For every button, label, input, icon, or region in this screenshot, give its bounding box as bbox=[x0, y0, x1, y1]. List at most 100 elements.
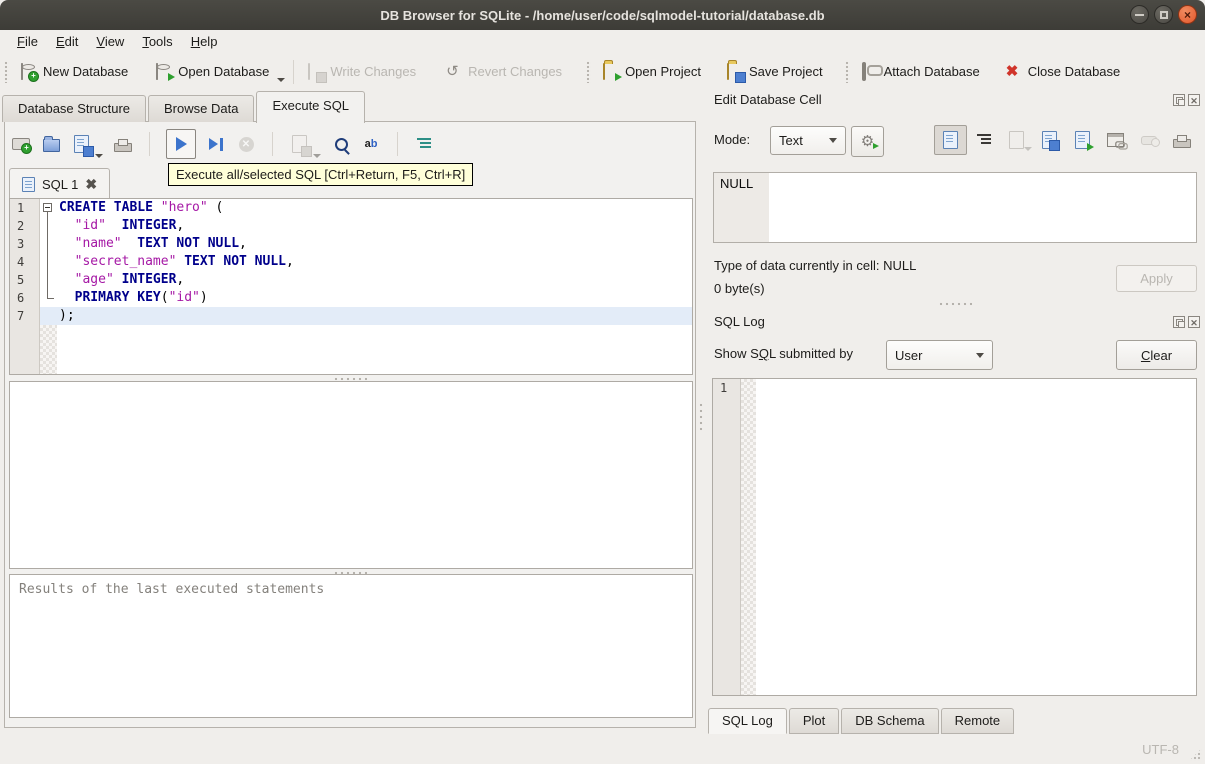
chevron-down-icon bbox=[829, 138, 837, 143]
execute-all-button[interactable] bbox=[166, 129, 196, 159]
sql-log-filter-value: User bbox=[895, 347, 923, 363]
maximize-icon bbox=[1159, 10, 1168, 19]
sql-document-tab[interactable]: SQL 1 ✖ bbox=[9, 168, 111, 199]
toolbar-drag-handle[interactable] bbox=[844, 60, 850, 83]
import-data-button[interactable] bbox=[1000, 125, 1033, 155]
sql-log-editor[interactable]: 1 bbox=[712, 378, 1197, 696]
menu-tools[interactable]: Tools bbox=[133, 32, 181, 51]
cell-value-editor[interactable]: NULL bbox=[713, 172, 1197, 243]
word-wrap-button[interactable] bbox=[967, 125, 1000, 155]
close-icon: × bbox=[1183, 7, 1191, 22]
results-grid-pane[interactable] bbox=[9, 381, 693, 569]
clear-log-button[interactable]: Clear bbox=[1116, 340, 1197, 370]
execute-current-line-button[interactable] bbox=[206, 134, 226, 154]
export-data-button[interactable] bbox=[1066, 125, 1099, 155]
save-sql-dropdown-caret[interactable] bbox=[95, 154, 103, 158]
dock-splitter[interactable] bbox=[712, 301, 1197, 306]
mode-value: Text bbox=[779, 133, 803, 148]
fold-margin bbox=[40, 253, 57, 271]
close-sql-tab-icon[interactable]: ✖ bbox=[85, 176, 97, 193]
write-changes-button[interactable]: Write Changes bbox=[300, 58, 424, 86]
code-line-7: 7); bbox=[10, 307, 692, 325]
close-dock-icon[interactable]: ✕ bbox=[1188, 315, 1200, 328]
menu-edit[interactable]: Edit bbox=[47, 32, 87, 51]
toolbar-separator bbox=[293, 59, 295, 84]
save-project-button[interactable]: Save Project bbox=[719, 58, 831, 86]
resize-grip[interactable] bbox=[1189, 748, 1202, 761]
toolbar-drag-handle[interactable] bbox=[586, 60, 592, 83]
open-project-icon bbox=[603, 62, 623, 81]
right-dock-area: Edit Database Cell ✕ Mode: Text ⚙ NULL T… bbox=[706, 90, 1205, 734]
sql-document-icon bbox=[22, 176, 35, 192]
tab-remote[interactable]: Remote bbox=[940, 708, 1015, 734]
fold-margin bbox=[40, 289, 57, 307]
gear-icon: ⚙ bbox=[861, 134, 880, 149]
revert-changes-button[interactable]: ↺ Revert Changes bbox=[438, 58, 570, 86]
code-line-1: 1 CREATE TABLE "hero" ( bbox=[10, 199, 692, 217]
code-line-5: 5 "age" INTEGER, bbox=[10, 271, 692, 289]
float-dock-icon[interactable] bbox=[1173, 93, 1185, 106]
float-dock-icon[interactable] bbox=[1173, 315, 1185, 328]
close-database-button[interactable]: ✖ Close Database bbox=[998, 58, 1129, 86]
save-results-button[interactable] bbox=[289, 134, 312, 157]
menu-help[interactable]: Help bbox=[182, 32, 227, 51]
close-database-icon: ✖ bbox=[1005, 62, 1019, 80]
close-dock-icon[interactable]: ✕ bbox=[1188, 93, 1200, 106]
attach-database-button[interactable]: Attach Database bbox=[854, 58, 988, 86]
open-database-button[interactable]: Open Database bbox=[148, 58, 277, 86]
main-tab-bar: Database Structure Browse Data Execute S… bbox=[2, 91, 367, 123]
text-mode-button[interactable] bbox=[934, 125, 967, 155]
mode-select[interactable]: Text bbox=[770, 126, 846, 155]
open-external-button[interactable] bbox=[1099, 125, 1132, 155]
save-results-dropdown-caret[interactable] bbox=[313, 154, 321, 158]
minimize-button[interactable] bbox=[1130, 5, 1149, 24]
toolbar-drag-handle[interactable] bbox=[4, 60, 9, 83]
tab-browse-data[interactable]: Browse Data bbox=[148, 95, 255, 122]
sql-code-editor[interactable]: 1 CREATE TABLE "hero" (2 "id" INTEGER, 3 "… bbox=[9, 198, 693, 375]
stop-button[interactable]: ✕ bbox=[236, 134, 256, 154]
print-cell-button[interactable] bbox=[1165, 125, 1198, 155]
panel-splitter[interactable] bbox=[699, 402, 703, 432]
tab-database-structure[interactable]: Database Structure bbox=[2, 95, 147, 122]
fold-margin[interactable] bbox=[40, 199, 57, 217]
maximize-button[interactable] bbox=[1154, 5, 1173, 24]
menu-file[interactable]: File bbox=[8, 32, 47, 51]
apply-button[interactable]: Apply bbox=[1116, 265, 1197, 292]
save-data-button[interactable] bbox=[1033, 125, 1066, 155]
save-sql-file-button[interactable] bbox=[71, 134, 94, 157]
editor-empty-area bbox=[10, 325, 692, 374]
sql-log-filter-select[interactable]: User bbox=[886, 340, 993, 370]
results-message-pane[interactable]: Results of the last executed statements bbox=[9, 574, 693, 718]
autocomplete-button[interactable]: ab bbox=[361, 134, 381, 154]
print-button[interactable] bbox=[113, 134, 133, 154]
sql-editor-lines: 1 CREATE TABLE "hero" (2 "id" INTEGER, 3 "… bbox=[10, 199, 692, 325]
tab-execute-sql[interactable]: Execute SQL bbox=[256, 91, 366, 123]
open-database-dropdown-caret[interactable] bbox=[277, 78, 286, 82]
open-sql-file-button[interactable] bbox=[41, 134, 61, 154]
execute-sql-panel: + ✕ ab SQL 1 ✖ Execute all/selected SQL … bbox=[4, 121, 696, 728]
sql-log-filter-label: Show SQL submitted by bbox=[714, 346, 853, 361]
find-button[interactable] bbox=[331, 134, 351, 154]
tab-plot[interactable]: Plot bbox=[788, 708, 840, 734]
titlebar[interactable]: DB Browser for SQLite - /home/user/code/… bbox=[0, 0, 1205, 30]
new-sql-tab-button[interactable]: + bbox=[11, 134, 32, 154]
close-button[interactable]: × bbox=[1178, 5, 1197, 24]
cell-type-info: Type of data currently in cell: NULL bbox=[714, 258, 917, 273]
tab-db-schema[interactable]: DB Schema bbox=[841, 708, 939, 734]
auto-switch-mode-button[interactable]: ⚙ bbox=[851, 126, 884, 157]
tab-sql-log[interactable]: SQL Log bbox=[708, 708, 787, 734]
encoding-indicator: UTF-8 bbox=[1142, 742, 1179, 757]
set-null-button[interactable] bbox=[1132, 125, 1165, 155]
sql-document-tab-label: SQL 1 bbox=[42, 176, 79, 192]
sql-toolbar-separator bbox=[272, 132, 273, 156]
format-code-button[interactable] bbox=[414, 134, 434, 154]
revert-changes-icon: ↺ bbox=[446, 62, 459, 80]
save-project-icon bbox=[726, 62, 746, 83]
code-line-6: 6 PRIMARY KEY("id") bbox=[10, 289, 692, 307]
edit-cell-header: Edit Database Cell ✕ bbox=[714, 92, 1200, 107]
new-database-button[interactable]: + New Database bbox=[13, 58, 136, 86]
cell-value: NULL bbox=[720, 176, 754, 191]
open-project-button[interactable]: Open Project bbox=[595, 58, 709, 86]
window-title: DB Browser for SQLite - /home/user/code/… bbox=[380, 7, 825, 23]
menu-view[interactable]: View bbox=[87, 32, 133, 51]
